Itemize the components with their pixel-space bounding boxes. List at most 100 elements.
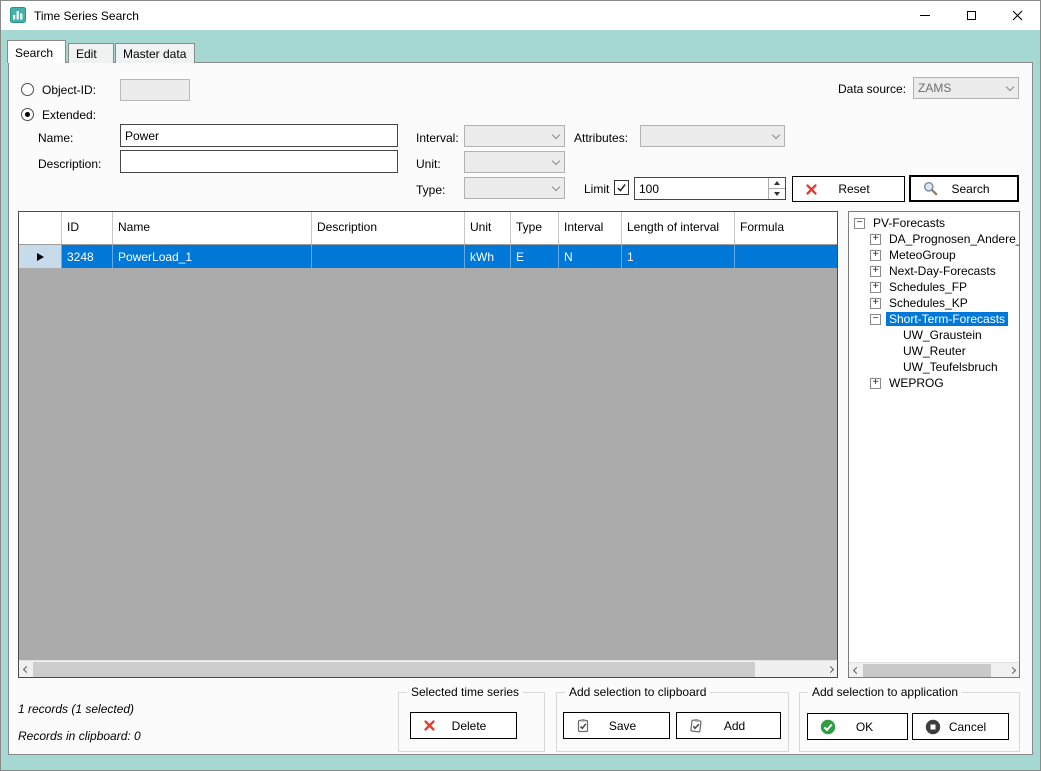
cell-length-of-interval[interactable]: 1 — [622, 245, 735, 268]
type-combobox — [464, 177, 565, 199]
expand-icon[interactable] — [870, 297, 881, 309]
delete-x-icon — [423, 719, 436, 732]
chevron-down-icon — [548, 182, 564, 191]
tree-item-next-day-forecasts[interactable]: Next-Day-Forecasts — [851, 263, 1019, 279]
expand-icon[interactable] — [870, 377, 881, 389]
tree-item-label: DA_Prognosen_Andere_ — [889, 232, 1019, 246]
column-header-id[interactable]: ID — [62, 212, 113, 244]
column-header-length-of-interval[interactable]: Length of interval — [622, 212, 735, 244]
tree-item-uw-teufelsbruch[interactable]: UW_Teufelsbruch — [851, 359, 1019, 375]
data-source-combobox: ZAMS — [913, 77, 1019, 99]
tree-item-uw-graustein[interactable]: UW_Graustein — [851, 327, 1019, 343]
reset-x-icon — [805, 183, 818, 196]
tab-search[interactable]: Search — [7, 40, 66, 63]
delete-button-label: Delete — [451, 718, 487, 733]
unit-label: Unit: — [416, 157, 441, 171]
attributes-label: Attributes: — [574, 131, 629, 145]
group-label: Selected time series — [407, 685, 524, 699]
records-status: 1 records (1 selected) — [18, 702, 135, 716]
delete-button[interactable]: Delete — [410, 712, 517, 739]
limit-input[interactable] — [635, 178, 768, 199]
tree-item-label: Schedules_KP — [889, 296, 968, 310]
clipboard-status: Records in clipboard: 0 — [18, 729, 141, 743]
tree-item-da-prognosen[interactable]: DA_Prognosen_Andere_ — [851, 231, 1019, 247]
tree-horizontal-scrollbar[interactable] — [849, 662, 1019, 677]
scroll-left-button[interactable] — [19, 661, 33, 677]
tree-item-label: MeteoGroup — [889, 248, 956, 262]
clipboard-save-icon — [576, 718, 590, 733]
chevron-left-icon — [22, 665, 30, 673]
extended-radio[interactable] — [21, 108, 34, 121]
tree-item-label: PV-Forecasts — [873, 216, 946, 230]
data-source-label: Data source: — [838, 82, 907, 96]
search-icon — [923, 181, 938, 196]
cell-interval[interactable]: N — [559, 245, 622, 268]
tree-item-uw-reuter[interactable]: UW_Reuter — [851, 343, 1019, 359]
scroll-left-button[interactable] — [849, 663, 863, 677]
unit-combobox — [464, 151, 565, 173]
name-input[interactable] — [120, 124, 398, 147]
window-title: Time Series Search — [34, 9, 139, 23]
tree-item-meteogroup[interactable]: MeteoGroup — [851, 247, 1019, 263]
column-header-interval[interactable]: Interval — [559, 212, 622, 244]
column-header-type[interactable]: Type — [511, 212, 559, 244]
add-button[interactable]: Add — [676, 712, 781, 739]
application-group: Add selection to application OK Cancel — [799, 685, 1020, 752]
collapse-icon[interactable] — [854, 217, 865, 229]
cell-name[interactable]: PowerLoad_1 — [113, 245, 312, 268]
expand-icon[interactable] — [870, 265, 881, 277]
scrollbar-thumb[interactable] — [863, 664, 991, 677]
object-id-radio[interactable] — [21, 83, 34, 96]
maximize-button[interactable] — [948, 0, 994, 30]
tree-item-schedules-fp[interactable]: Schedules_FP — [851, 279, 1019, 295]
cell-unit[interactable]: kWh — [465, 245, 511, 268]
cell-id[interactable]: 3248 — [62, 245, 113, 268]
reset-button-label: Reset — [838, 182, 870, 196]
row-selector-cell[interactable] — [19, 245, 62, 268]
ok-button-label: OK — [855, 719, 874, 734]
expand-icon[interactable] — [870, 249, 881, 261]
save-button[interactable]: Save — [563, 712, 670, 739]
scroll-right-button[interactable] — [1005, 663, 1019, 677]
tab-master-data[interactable]: Master data — [115, 43, 195, 63]
cancel-button-label: Cancel — [948, 719, 987, 734]
tab-edit[interactable]: Edit — [68, 43, 114, 63]
spinner-down-button[interactable] — [769, 188, 785, 199]
collapse-icon[interactable] — [870, 313, 881, 325]
app-icon — [10, 7, 26, 23]
row-selector-header[interactable] — [19, 212, 62, 244]
reset-button[interactable]: Reset — [792, 176, 905, 202]
limit-label: Limit — [584, 182, 610, 196]
ok-button[interactable]: OK — [807, 713, 908, 740]
expand-icon[interactable] — [870, 281, 881, 293]
column-header-unit[interactable]: Unit — [465, 212, 511, 244]
limit-spinner[interactable] — [634, 177, 786, 200]
search-button[interactable]: Search — [909, 175, 1019, 202]
tree-item-pv-forecasts[interactable]: PV-Forecasts — [851, 215, 1019, 231]
cancel-button[interactable]: Cancel — [912, 713, 1009, 740]
maximize-icon — [966, 10, 976, 20]
extended-label: Extended: — [42, 108, 97, 122]
cell-description[interactable] — [312, 245, 465, 268]
scroll-right-button[interactable] — [823, 661, 837, 677]
expand-icon[interactable] — [870, 233, 881, 245]
description-input[interactable] — [120, 150, 398, 173]
column-header-name[interactable]: Name — [113, 212, 312, 244]
cell-formula[interactable] — [735, 245, 837, 268]
close-button[interactable] — [994, 0, 1040, 30]
scrollbar-thumb[interactable] — [33, 662, 755, 677]
titlebar: Time Series Search — [0, 0, 1041, 30]
tree-item-short-term-forecasts[interactable]: Short-Term-Forecasts — [851, 311, 1019, 327]
tree-item-label: WEPROG — [889, 376, 944, 390]
cell-type[interactable]: E — [511, 245, 559, 268]
tree-item-weprog[interactable]: WEPROG — [851, 375, 1019, 391]
column-header-description[interactable]: Description — [312, 212, 465, 244]
grid-horizontal-scrollbar[interactable] — [19, 660, 837, 677]
tree-item-schedules-kp[interactable]: Schedules_KP — [851, 295, 1019, 311]
limit-checkbox[interactable] — [614, 180, 629, 195]
table-row[interactable]: 3248 PowerLoad_1 kWh E N 1 — [19, 245, 837, 268]
column-header-formula[interactable]: Formula — [735, 212, 837, 244]
tree-item-label: Short-Term-Forecasts — [886, 312, 1009, 326]
spinner-up-button[interactable] — [769, 178, 785, 188]
minimize-button[interactable] — [902, 0, 948, 30]
